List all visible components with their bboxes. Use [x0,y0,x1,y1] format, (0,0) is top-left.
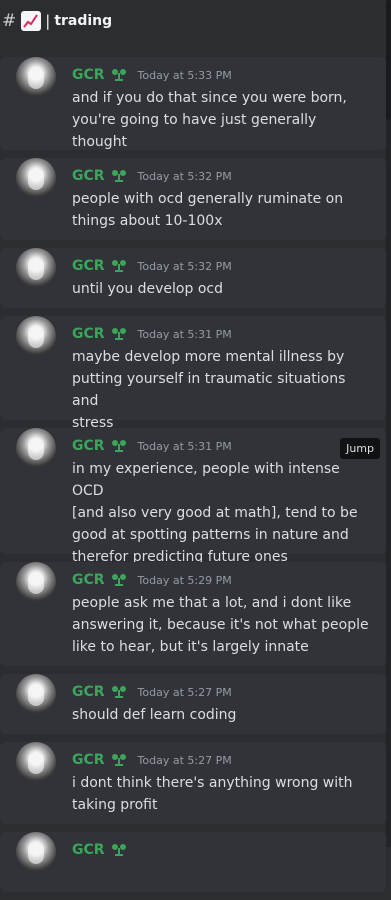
message[interactable]: GCR Today at 5:29 PM people ask me that … [0,562,386,666]
message-line: putting yourself in traumatic situations… [72,371,346,409]
message-feed: GCR Today at 5:33 PM and if you do that … [0,57,386,900]
message-text: people ask me that a lot, and i dont lik… [72,592,374,658]
message-text: should def learn coding [72,704,374,726]
author-name[interactable]: GCR [72,752,105,768]
message[interactable]: GCR Today at 5:27 PM should def learn co… [0,674,386,734]
timestamp: Today at 5:27 PM [137,753,232,767]
author-name[interactable]: GCR [72,67,105,83]
sprout-badge-icon [110,752,128,768]
message[interactable]: GCR Today at 5:32 PM until you develop o… [0,248,386,308]
message-line: answering it, because it's not what peop… [72,617,369,633]
message-text: i dont think there's anything wrong with… [72,772,374,816]
message-line: good at spotting patterns in nature and [72,527,349,543]
message-text: maybe develop more mental illness by put… [72,346,374,434]
message-line: until you develop ocd [72,281,223,297]
timestamp: Today at 5:32 PM [137,169,232,183]
timestamp: Today at 5:31 PM [137,327,232,341]
message[interactable]: Jump GCR Today at 5:31 PM in my experien… [0,428,386,565]
timestamp: Today at 5:33 PM [137,68,232,82]
message-text: until you develop ocd [72,278,374,300]
scrollbar-thumb[interactable] [386,0,391,120]
message-line: in my experience, people with intense OC… [72,461,340,499]
scrollbar[interactable] [386,0,391,847]
author-name[interactable]: GCR [72,572,105,588]
message-line: maybe develop more mental illness by [72,349,345,365]
message-line: i dont think there's anything wrong with [72,775,353,791]
sprout-badge-icon [110,258,128,274]
sprout-badge-icon [110,168,128,184]
message-line: should def learn coding [72,707,237,723]
jump-button[interactable]: Jump [340,438,380,459]
avatar[interactable] [16,158,56,198]
message[interactable]: GCR Today at 5:32 PM people with ocd gen… [0,158,386,240]
chart-increasing-icon [21,11,42,31]
avatar[interactable] [16,248,56,288]
avatar[interactable] [16,674,56,714]
author-name[interactable]: GCR [72,258,105,274]
sprout-badge-icon [110,684,128,700]
sprout-badge-icon [110,326,128,342]
message[interactable]: GCR Today at 5:31 PM maybe develop more … [0,316,386,431]
author-name[interactable]: GCR [72,438,105,454]
channel-separator: | [45,12,51,30]
message-line: people ask me that a lot, and i dont lik… [72,595,352,611]
avatar[interactable] [16,57,56,97]
author-name[interactable]: GCR [72,168,105,184]
avatar[interactable] [16,316,56,356]
message-line: and if you do that since you were born, [72,90,347,106]
message-line: [and also very good at math], tend to be [72,505,358,521]
avatar[interactable] [16,832,56,872]
avatar[interactable] [16,742,56,782]
channel-hash-icon: # [2,11,17,31]
message-line: like to hear, but it's largely innate [72,639,309,655]
message-line: you're going to have just generally thou… [72,112,317,150]
timestamp: Today at 5:29 PM [137,573,232,587]
author-name[interactable]: GCR [72,842,105,858]
message-line: things about 10-100x [72,213,223,229]
message-line: people with ocd generally ruminate on [72,191,344,207]
sprout-badge-icon [110,842,128,858]
channel-name[interactable]: trading [54,13,112,29]
sprout-badge-icon [110,67,128,83]
message-text: people with ocd generally ruminate on th… [72,188,374,232]
avatar[interactable] [16,428,56,468]
message[interactable]: GCR Today at 5:27 PM i dont think there'… [0,742,386,824]
message[interactable]: GCR Today at 5:33 PM and if you do that … [0,57,386,172]
avatar[interactable] [16,562,56,602]
sprout-badge-icon [110,572,128,588]
author-name[interactable]: GCR [72,684,105,700]
author-name[interactable]: GCR [72,326,105,342]
message-line: taking profit [72,797,158,813]
message-text: in my experience, people with intense OC… [72,458,374,568]
channel-header: # | trading [0,0,391,42]
timestamp: Today at 5:32 PM [137,259,232,273]
sprout-badge-icon [110,438,128,454]
timestamp: Today at 5:27 PM [137,685,232,699]
message[interactable]: GCR [0,832,386,892]
timestamp: Today at 5:31 PM [137,439,232,453]
